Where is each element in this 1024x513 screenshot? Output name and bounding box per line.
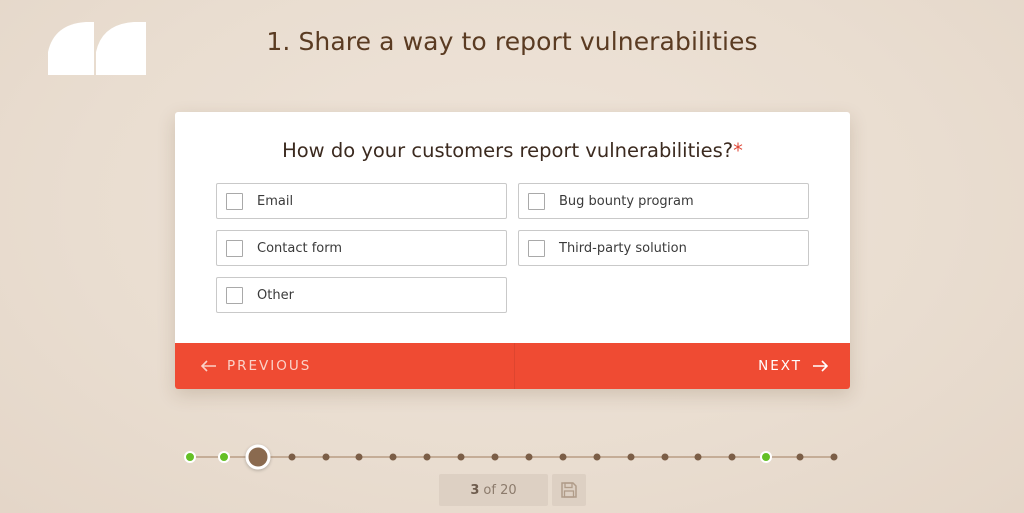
next-button[interactable]: NEXT <box>515 343 850 389</box>
checkbox[interactable] <box>528 239 545 257</box>
progress-step-todo[interactable] <box>525 453 533 461</box>
progress-track <box>0 444 1024 470</box>
page-title: 1. Share a way to report vulnerabilities <box>266 27 758 56</box>
checkbox[interactable] <box>226 239 243 257</box>
option-contact-form[interactable]: Contact form <box>216 230 507 266</box>
option-third-party-solution[interactable]: Third-party solution <box>518 230 809 266</box>
progress-step-todo[interactable] <box>389 453 397 461</box>
save-icon <box>561 482 577 498</box>
question-text: How do your customers report vulnerabili… <box>282 139 734 162</box>
question-card: How do your customers report vulnerabili… <box>175 112 850 389</box>
next-label: NEXT <box>758 358 802 374</box>
progress-step-todo[interactable] <box>661 453 669 461</box>
progress-step-todo[interactable] <box>559 453 567 461</box>
save-button[interactable] <box>552 474 586 506</box>
progress-step-todo[interactable] <box>322 453 330 461</box>
option-label: Contact form <box>257 240 343 256</box>
progress-step-todo[interactable] <box>423 453 431 461</box>
progress-step-done[interactable] <box>184 451 196 463</box>
option-email[interactable]: Email <box>216 183 507 219</box>
arrow-left-icon <box>201 360 216 372</box>
progress-step-todo[interactable] <box>355 453 363 461</box>
checkbox[interactable] <box>226 192 243 210</box>
option-label: Email <box>257 193 294 209</box>
previous-button[interactable]: PREVIOUS <box>175 343 515 389</box>
previous-label: PREVIOUS <box>227 358 312 374</box>
option-label: Other <box>257 287 294 303</box>
progress-line <box>190 456 834 458</box>
option-label: Third-party solution <box>559 240 687 256</box>
required-marker: * <box>733 139 743 162</box>
arrow-right-icon <box>813 360 828 372</box>
checkbox[interactable] <box>528 192 545 210</box>
progress-step-todo[interactable] <box>457 453 465 461</box>
navigation-bar: PREVIOUS NEXT <box>175 343 850 389</box>
progress-step-todo[interactable] <box>796 453 804 461</box>
current-page: 3 <box>470 482 480 498</box>
total-pages: of 20 <box>483 482 517 498</box>
progress-step-todo[interactable] <box>830 453 838 461</box>
progress-step-todo[interactable] <box>627 453 635 461</box>
page-counter: 3 of 20 <box>439 474 548 506</box>
progress-step-todo[interactable] <box>491 453 499 461</box>
progress-step-todo[interactable] <box>694 453 702 461</box>
progress-step-todo[interactable] <box>288 453 296 461</box>
option-other[interactable]: Other <box>216 277 507 313</box>
question-heading: How do your customers report vulnerabili… <box>175 139 850 162</box>
progress-step-todo[interactable] <box>728 453 736 461</box>
checkbox[interactable] <box>226 286 243 304</box>
progress-step-current[interactable] <box>245 444 271 470</box>
progress-step-todo[interactable] <box>593 453 601 461</box>
progress-step-done[interactable] <box>760 451 773 463</box>
option-bug-bounty-program[interactable]: Bug bounty program <box>518 183 809 219</box>
option-label: Bug bounty program <box>559 193 694 209</box>
progress-step-done[interactable] <box>217 451 230 463</box>
